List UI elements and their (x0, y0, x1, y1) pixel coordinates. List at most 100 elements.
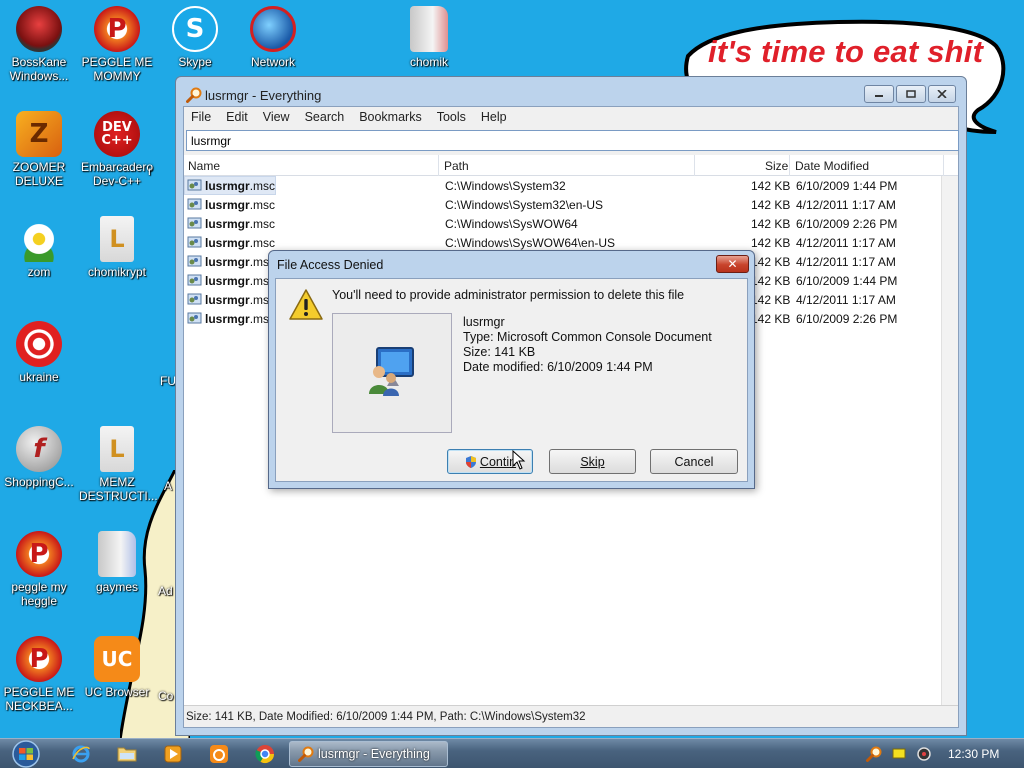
desktop-icon-peggle-my-heggle[interactable]: P peggle my heggle (1, 531, 77, 608)
dialog-close-button[interactable]: ✕ (716, 255, 749, 273)
desktop-icon-ukraine[interactable]: ukraine (1, 321, 77, 384)
file-date: 4/12/2011 1:17 AM (796, 293, 896, 307)
file-path: C:\Windows\SysWOW64\en-US (445, 236, 616, 250)
file-date: 6/10/2009 2:26 PM (796, 217, 898, 231)
minimize-icon (875, 95, 883, 97)
msc-file-icon (187, 179, 202, 191)
column-name[interactable]: Name (188, 159, 220, 173)
desktop-icon-shopping[interactable]: f ShoppingC... (1, 426, 77, 489)
desktop-icon-chomikrypt[interactable]: L chomikrypt (79, 216, 155, 279)
folder-icon (410, 6, 448, 52)
taskbar-uc-browser[interactable] (207, 743, 231, 765)
devcpp-icon: DEV C++ (94, 111, 140, 157)
cancel-button[interactable]: Cancel (650, 449, 738, 474)
file-access-denied-dialog[interactable]: File Access Denied ✕ You'll need to prov… (268, 250, 755, 489)
skype-icon: S (172, 6, 218, 52)
desktop-icon-zom[interactable]: zom (1, 216, 77, 279)
file-name-ext: .msc (249, 236, 276, 250)
close-button[interactable] (928, 85, 956, 103)
column-path[interactable]: Path (444, 159, 469, 173)
magnifier-icon (298, 746, 314, 762)
taskbar-task-everything[interactable]: lusrmgr - Everything (289, 741, 448, 767)
everything-tray-icon[interactable] (866, 746, 882, 762)
file-path: C:\Windows\SysWOW64 (445, 217, 578, 231)
window-controls (864, 85, 956, 103)
skip-button[interactable]: Skip (549, 449, 636, 474)
users-computer-icon (369, 347, 414, 396)
taskbar-media-player[interactable] (161, 743, 185, 765)
maximize-button[interactable] (896, 85, 926, 103)
column-size[interactable]: Size (765, 159, 788, 173)
window-title: lusrmgr - Everything (205, 88, 322, 103)
start-button[interactable] (6, 740, 46, 768)
taskbar-chrome[interactable] (253, 743, 277, 765)
file-size: 142 KB (751, 312, 791, 326)
menu-search[interactable]: Search (305, 110, 345, 124)
zoomer-icon: Z (16, 111, 62, 157)
file-date: 4/12/2011 1:17 AM (796, 236, 896, 250)
file-preview (332, 313, 452, 433)
column-divider[interactable] (438, 155, 439, 176)
msc-file-icon (187, 274, 202, 286)
maximize-icon (906, 90, 916, 98)
search-input[interactable]: lusrmgr (186, 130, 959, 151)
media-player-icon (164, 745, 182, 763)
desktop-icon-bosskane[interactable]: BossKane Windows... (1, 6, 77, 83)
vertical-scrollbar[interactable] (941, 176, 958, 705)
desktop-icon-skype[interactable]: S Skype (157, 6, 233, 69)
menu-help[interactable]: Help (481, 110, 507, 124)
menu-bookmarks[interactable]: Bookmarks (359, 110, 422, 124)
file-path: C:\Windows\System32 (445, 179, 566, 193)
partial-icon-label[interactable]: r (148, 164, 176, 178)
taskbar-explorer[interactable] (115, 743, 139, 765)
table-row[interactable]: lusrmgr.msc C:\Windows\System32\en-US 14… (184, 195, 958, 214)
file-path: C:\Windows\System32\en-US (445, 198, 604, 212)
minimize-button[interactable] (864, 85, 894, 103)
desktop-icon-memz[interactable]: L MEMZ DESTRUCTI... (79, 426, 158, 503)
column-divider[interactable] (943, 155, 944, 176)
skip-button-label: Skip (580, 454, 605, 469)
file-size: 142 KB (751, 179, 791, 193)
shortcut-icon: L (100, 216, 134, 262)
desktop-icon-uc-browser[interactable]: UC UC Browser (79, 636, 155, 699)
shortcut-icon: L (100, 426, 134, 472)
file-name-match: lusrmgr (205, 312, 250, 326)
desktop-icon-gaymes[interactable]: gaymes (79, 531, 155, 594)
msc-file-icon (187, 312, 202, 324)
column-date-modified[interactable]: Date Modified (795, 159, 869, 173)
desktop-icon-peggle-me-neckbeard[interactable]: P PEGGLE ME NECKBEA... (1, 636, 77, 713)
desktop-icon-zoomer-deluxe[interactable]: Z ZOOMER DELUXE (1, 111, 77, 188)
msc-file-icon (187, 293, 202, 305)
column-divider[interactable] (789, 155, 790, 176)
menu-tools[interactable]: Tools (437, 110, 466, 124)
desktop-icon-chomik[interactable]: chomik (391, 6, 467, 69)
desktop-icon-network[interactable]: Network (235, 6, 311, 69)
menu-file[interactable]: File (191, 110, 211, 124)
column-divider[interactable] (694, 155, 695, 176)
taskbar-ie[interactable] (69, 743, 93, 765)
window-titlebar[interactable]: lusrmgr - Everything (186, 87, 321, 103)
bosskane-icon (16, 6, 62, 52)
volume-tray-icon[interactable] (916, 746, 932, 762)
msc-file-icon (187, 217, 202, 229)
notification-tray-icon[interactable] (892, 748, 906, 760)
folder-icon (117, 747, 137, 762)
desktop-icon-devcpp[interactable]: DEV C++ Embarcadero Dev-C++ (79, 111, 155, 188)
bubble-text: it's time to eat shit (708, 34, 984, 69)
menu-view[interactable]: View (263, 110, 290, 124)
status-bar: Size: 141 KB, Date Modified: 6/10/2009 1… (184, 705, 958, 727)
file-date: 6/10/2009 2:26 PM (796, 312, 898, 326)
table-row[interactable]: lusrmgr.msc C:\Windows\SysWOW64 142 KB 6… (184, 214, 958, 233)
menu-edit[interactable]: Edit (226, 110, 248, 124)
file-size: 142 KB (751, 255, 791, 269)
taskbar-task-label: lusrmgr - Everything (318, 747, 430, 761)
desktop-icon-peggle-me-mommy[interactable]: P PEGGLE ME MOMMY (79, 6, 155, 83)
ucbrowser-icon: UC (94, 636, 140, 682)
taskbar-clock[interactable]: 12:30 PM (948, 747, 999, 761)
file-name-match: lusrmgr (205, 198, 250, 212)
table-row[interactable]: lusrmgr.msc C:\Windows\System32 142 KB 6… (184, 176, 958, 195)
mouse-cursor (512, 450, 526, 470)
file-size: 142 KB (751, 198, 791, 212)
file-date: 4/12/2011 1:17 AM (796, 198, 896, 212)
msc-file-icon (187, 236, 202, 248)
